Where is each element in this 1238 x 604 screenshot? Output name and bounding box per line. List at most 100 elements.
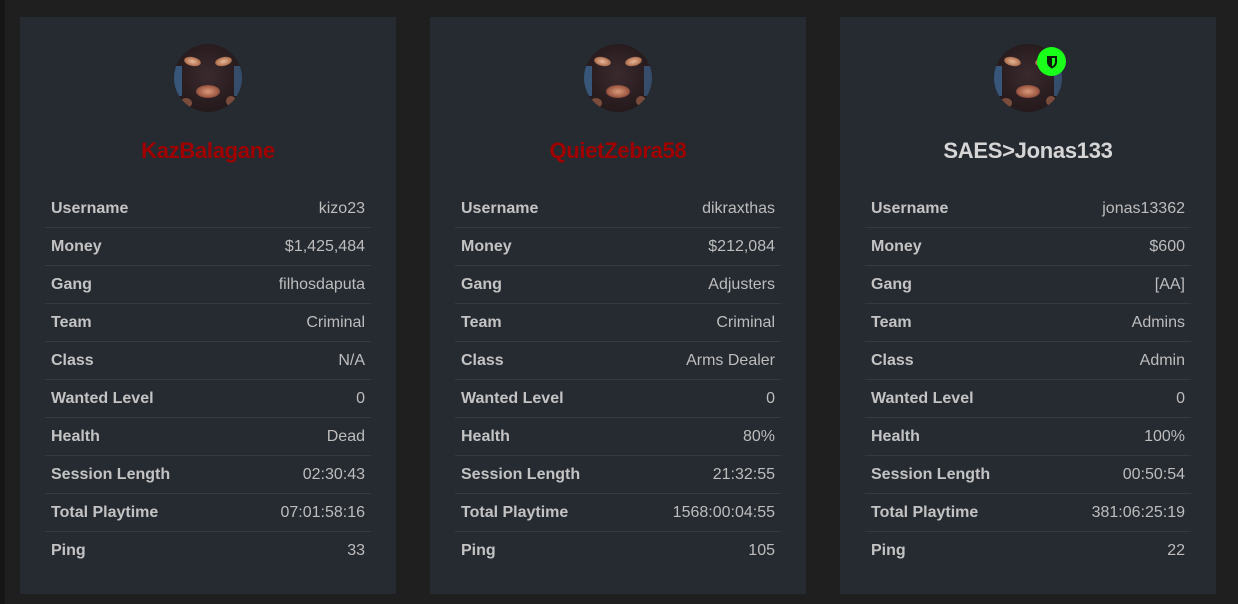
stat-label: Team [51, 313, 92, 331]
stat-label: Username [51, 199, 129, 217]
stat-row-session-length: Session Length 21:32:55 [455, 456, 781, 494]
stat-row-gang: Gang [AA] [865, 266, 1191, 304]
stat-value: 0 [1176, 389, 1185, 407]
stat-label: Wanted Level [51, 389, 154, 407]
stat-value: Adjusters [708, 275, 775, 293]
stat-label: Ping [51, 541, 86, 559]
stat-value: 22 [1167, 541, 1185, 559]
player-card: KazBalagane Username kizo23 Money $1,425,48… [20, 17, 396, 594]
stat-value: 07:01:58:16 [280, 503, 365, 521]
shield-icon [1046, 55, 1057, 68]
stat-label: Class [51, 351, 94, 369]
stat-row-total-playtime: Total Playtime 381:06:25:19 [865, 494, 1191, 532]
stat-value: kizo23 [318, 199, 365, 217]
stat-label: Money [51, 237, 102, 255]
stat-row-total-playtime: Total Playtime 1568:00:04:55 [455, 494, 781, 532]
stat-row-health: Health 80% [455, 418, 781, 456]
avatar-container [174, 44, 242, 112]
stat-row-gang: Gang filhosdaputa [45, 266, 371, 304]
admin-shield-icon [1037, 47, 1066, 76]
player-card: SAES>Jonas133 Username jonas13362 Money $60… [840, 17, 1216, 594]
stat-value: 381:06:25:19 [1091, 503, 1185, 521]
stat-row-team: Team Criminal [45, 304, 371, 342]
stat-value: Criminal [716, 313, 775, 331]
stat-row-team: Team Admins [865, 304, 1191, 342]
stat-row-session-length: Session Length 02:30:43 [45, 456, 371, 494]
stat-label: Total Playtime [51, 503, 159, 521]
player-name: QuietZebra58 [549, 138, 687, 163]
stat-row-username: Username jonas13362 [865, 190, 1191, 228]
stat-value: 0 [766, 389, 775, 407]
avatar-container [584, 44, 652, 112]
stat-label: Ping [461, 541, 496, 559]
stat-value: $212,084 [708, 237, 775, 255]
page-edge [0, 0, 5, 604]
stat-label: Money [461, 237, 512, 255]
stat-row-ping: Ping 33 [45, 532, 371, 569]
avatar-container [994, 44, 1066, 112]
stat-label: Gang [461, 275, 502, 293]
stat-row-session-length: Session Length 00:50:54 [865, 456, 1191, 494]
player-name: SAES>Jonas133 [943, 138, 1113, 163]
stat-value: $600 [1149, 237, 1185, 255]
masked-avatar-icon[interactable] [174, 44, 242, 112]
stat-label: Team [871, 313, 912, 331]
stat-label: Ping [871, 541, 906, 559]
stat-row-username: Username kizo23 [45, 190, 371, 228]
stat-row-username: Username dikraxthas [455, 190, 781, 228]
stat-row-health: Health 100% [865, 418, 1191, 456]
stat-value: Arms Dealer [686, 351, 775, 369]
player-card: QuietZebra58 Username dikraxthas Money $212… [430, 17, 806, 594]
stat-label: Wanted Level [461, 389, 564, 407]
stat-value: 1568:00:04:55 [672, 503, 775, 521]
player-name: KazBalagane [141, 138, 275, 163]
stat-label: Username [871, 199, 949, 217]
stats-table: Username jonas13362 Money $600 Gang [AA] Team A… [865, 190, 1191, 569]
stat-value: $1,425,484 [284, 237, 365, 255]
stat-label: Class [461, 351, 504, 369]
stat-row-wanted-level: Wanted Level 0 [45, 380, 371, 418]
stat-label: Wanted Level [871, 389, 974, 407]
stat-label: Gang [871, 275, 912, 293]
stat-value: filhosdaputa [278, 275, 365, 293]
stat-value: Admins [1131, 313, 1185, 331]
stat-row-money: Money $600 [865, 228, 1191, 266]
stat-label: Session Length [51, 465, 171, 483]
stats-table: Username kizo23 Money $1,425,484 Gang filhosd… [45, 190, 371, 569]
stat-row-money: Money $1,425,484 [45, 228, 371, 266]
stat-label: Team [461, 313, 502, 331]
stat-value: 21:32:55 [712, 465, 775, 483]
stat-row-wanted-level: Wanted Level 0 [865, 380, 1191, 418]
stat-value: 02:30:43 [302, 465, 365, 483]
stat-label: Username [461, 199, 539, 217]
stat-value: Criminal [306, 313, 365, 331]
stat-label: Total Playtime [461, 503, 569, 521]
stat-row-wanted-level: Wanted Level 0 [455, 380, 781, 418]
stat-label: Health [871, 427, 920, 445]
stat-label: Session Length [461, 465, 581, 483]
stat-value: dikraxthas [702, 199, 775, 217]
stat-value: 100% [1144, 427, 1185, 445]
stats-table: Username dikraxthas Money $212,084 Gang Adjus… [455, 190, 781, 569]
stat-label: Health [51, 427, 100, 445]
stat-value: 80% [742, 427, 775, 445]
stat-row-money: Money $212,084 [455, 228, 781, 266]
stat-value: 00:50:54 [1122, 465, 1185, 483]
stat-value: N/A [338, 351, 365, 369]
stat-label: Session Length [871, 465, 991, 483]
stat-row-class: Class Arms Dealer [455, 342, 781, 380]
stat-value: [AA] [1154, 275, 1185, 293]
stat-row-health: Health Dead [45, 418, 371, 456]
stat-row-total-playtime: Total Playtime 07:01:58:16 [45, 494, 371, 532]
stat-row-gang: Gang Adjusters [455, 266, 781, 304]
stat-value: Dead [326, 427, 365, 445]
stat-row-ping: Ping 105 [455, 532, 781, 569]
masked-avatar-icon[interactable] [584, 44, 652, 112]
stat-value: Admin [1139, 351, 1185, 369]
stat-label: Health [461, 427, 510, 445]
stat-label: Money [871, 237, 922, 255]
stat-label: Gang [51, 275, 92, 293]
stat-value: 0 [356, 389, 365, 407]
stat-row-team: Team Criminal [455, 304, 781, 342]
stat-label: Total Playtime [871, 503, 979, 521]
